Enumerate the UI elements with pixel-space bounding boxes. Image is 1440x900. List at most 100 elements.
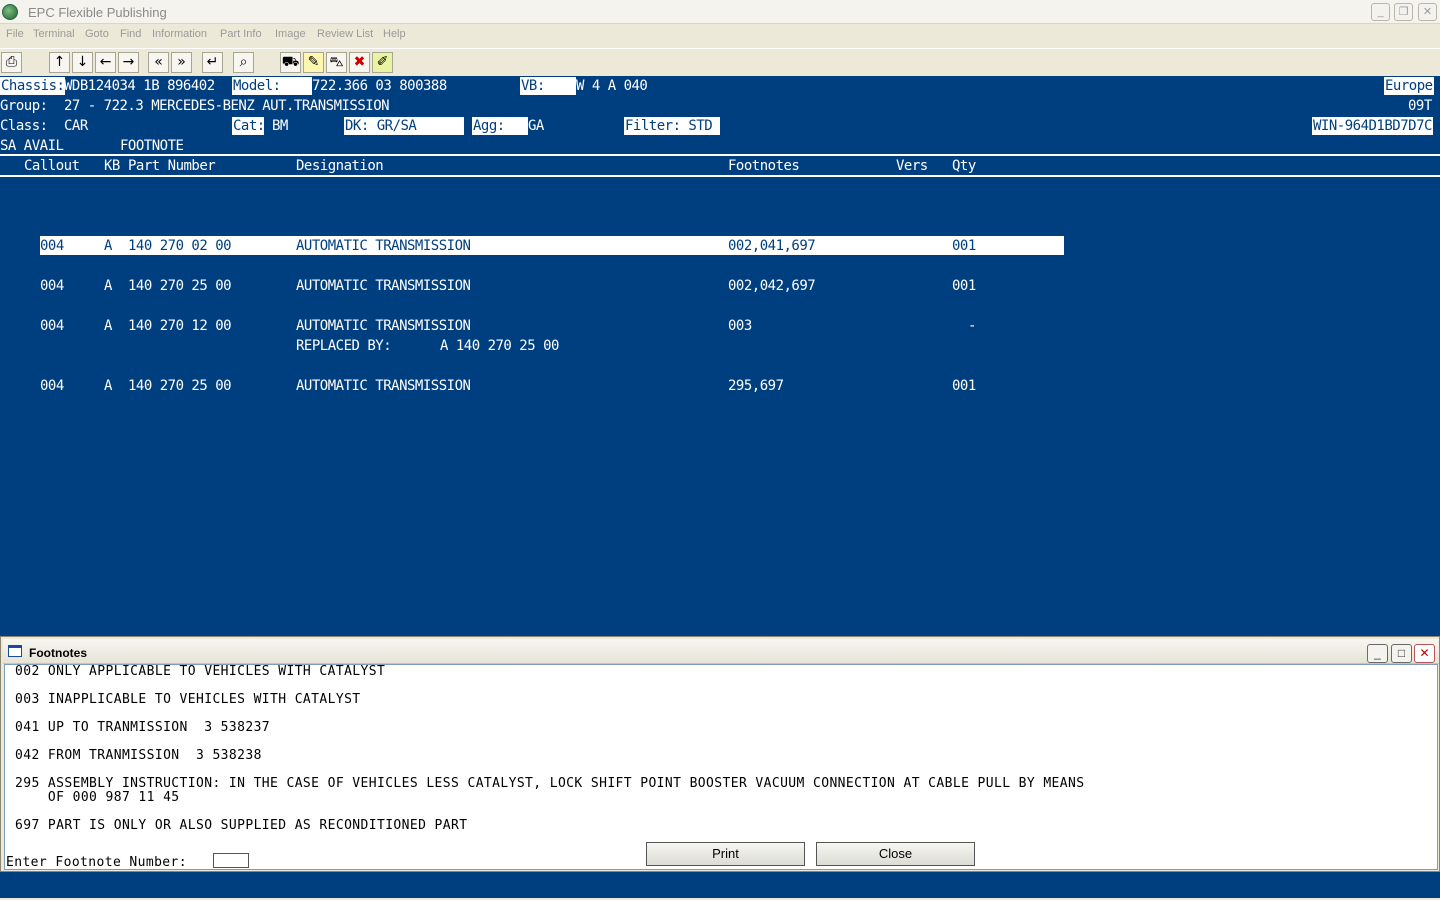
cart-icon[interactable]: ⛍ [326, 52, 347, 73]
row-part-number: 140 270 12 00 [128, 318, 232, 334]
restore-button[interactable]: ❐ [1394, 3, 1413, 21]
row-kb: A [104, 238, 112, 254]
menu-find[interactable]: Find [120, 28, 141, 40]
double-left-icon[interactable]: « [148, 52, 169, 73]
footnote-line: 003 INAPPLICABLE TO VEHICLES WITH CATALY… [15, 692, 361, 707]
row-designation: AUTOMATIC TRANSMISSION [296, 378, 471, 394]
title-bar: EPC Flexible Publishing _ ❐ ✕ [0, 0, 1440, 24]
row-qty: - [968, 318, 976, 334]
cart-remove-icon[interactable]: ✖ [349, 52, 370, 73]
printer-icon[interactable]: ⎙ [1, 52, 22, 73]
notepad-edit-icon[interactable]: ✐ [372, 52, 393, 73]
minimize-button[interactable]: _ [1371, 3, 1390, 21]
filter-label: Filter: STD [624, 117, 720, 135]
row-kb: A [104, 378, 112, 394]
menu-review-list[interactable]: Review List [317, 28, 373, 40]
notepad-icon[interactable]: ✎ [303, 52, 324, 73]
toolbar: ⎙ ↑ ↓ ← → « » ↵ ⌕ ⛟ ✎ ⛍ ✖ ✐ [0, 48, 1440, 75]
minimize-icon[interactable]: _ [1367, 644, 1388, 663]
col-callout: Callout [24, 158, 80, 174]
window-title: EPC Flexible Publishing [28, 5, 167, 20]
footnotes-list: 002 ONLY APPLICABLE TO VEHICLES WITH CAT… [4, 664, 1438, 870]
row-kb: A [104, 278, 112, 294]
row-callout: 004 [40, 238, 64, 254]
vb-value: W 4 A 040 [576, 78, 648, 94]
columns-separator [0, 175, 1440, 177]
sa-avail-label[interactable]: SA AVAIL [0, 137, 64, 155]
footnote-line: OF 000 987 11 45 [15, 790, 180, 805]
row-part-number: 140 270 25 00 [128, 378, 232, 394]
menu-information[interactable]: Information [152, 28, 207, 40]
footnotes-title-bar: Footnotes _ □ ✕ [3, 639, 1439, 664]
row-kb: A [104, 318, 112, 334]
col-designation: Designation [296, 158, 384, 174]
window-icon [8, 645, 22, 657]
group-label: Group: [0, 98, 48, 114]
menu-help[interactable]: Help [383, 28, 406, 40]
footnote-line: 295 ASSEMBLY INSTRUCTION: IN THE CASE OF… [15, 776, 1085, 791]
row-part-number: 140 270 02 00 [128, 238, 232, 254]
row-callout: 004 [40, 318, 64, 334]
footnote-number-input[interactable] [213, 853, 249, 868]
cat-value: BM [272, 118, 288, 134]
footnote-line: 697 PART IS ONLY OR ALSO SUPPLIED AS REC… [15, 818, 468, 833]
row-footnotes: 295,697 [728, 378, 784, 394]
group-code: 09T [1408, 98, 1432, 114]
car-icon[interactable]: ⛟ [280, 52, 301, 73]
row-callout: 004 [40, 278, 64, 294]
vb-label: VB: [520, 77, 576, 95]
row-footnotes: 002,041,697 [728, 238, 816, 254]
double-right-icon[interactable]: » [171, 52, 192, 73]
arrow-down-icon[interactable]: ↓ [72, 52, 93, 73]
arrow-left-icon[interactable]: ← [95, 52, 116, 73]
header-separator [0, 154, 1440, 156]
replaced-by-label: REPLACED BY: [296, 338, 392, 354]
col-qty: Qty [952, 158, 976, 174]
col-part-number: Part Number [128, 158, 216, 174]
dk-label: DK: GR/SA [344, 117, 464, 135]
col-vers: Vers [896, 158, 928, 174]
close-window-button[interactable]: ✕ [1418, 3, 1437, 21]
row-designation: AUTOMATIC TRANSMISSION [296, 278, 471, 294]
footnote-line: 042 FROM TRANMISSION 3 538238 [15, 748, 262, 763]
menu-file[interactable]: File [6, 28, 24, 40]
close-button[interactable]: Close [816, 842, 975, 866]
row-footnotes: 003 [728, 318, 752, 334]
col-kb: KB [104, 158, 120, 174]
terminal-screen: Chassis: WDB124034 1B 896402 Model: 722.… [0, 76, 1440, 636]
menu-bar: File Terminal Goto Find Information Part… [0, 26, 1440, 46]
footnote-line: 002 ONLY APPLICABLE TO VEHICLES WITH CAT… [15, 664, 386, 679]
row-footnotes: 002,042,697 [728, 278, 816, 294]
footnote-label[interactable]: FOOTNOTE [120, 137, 184, 155]
menu-part-info[interactable]: Part Info [220, 28, 262, 40]
menu-terminal[interactable]: Terminal [33, 28, 75, 40]
chassis-value: WDB124034 1B 896402 [64, 78, 215, 94]
footnotes-window: Footnotes _ □ ✕ 002 ONLY APPLICABLE TO V… [0, 636, 1440, 872]
row-qty: 001 [952, 378, 976, 394]
model-value: 722.366 03 800388 [312, 78, 447, 94]
magnifier-icon[interactable]: ⌕ [233, 52, 254, 73]
footnote-line: 041 UP TO TRANMISSION 3 538237 [15, 720, 271, 735]
row-callout: 004 [40, 378, 64, 394]
class-label: Class: [0, 118, 48, 134]
win-id: WIN-964D1BD7D7C [1312, 117, 1433, 135]
arrow-right-icon[interactable]: → [118, 52, 139, 73]
row-qty: 001 [952, 238, 976, 254]
agg-value: GA [528, 118, 544, 134]
replaced-by-value: A 140 270 25 00 [440, 338, 559, 354]
agg-label: Agg: [472, 117, 528, 135]
print-button[interactable]: Print [646, 842, 805, 866]
maximize-icon[interactable]: □ [1391, 644, 1412, 663]
menu-goto[interactable]: Goto [85, 28, 109, 40]
class-value: CAR [64, 118, 88, 134]
col-footnotes: Footnotes [728, 158, 800, 174]
row-designation: AUTOMATIC TRANSMISSION [296, 238, 471, 254]
region-label: Europe [1384, 77, 1434, 95]
row-qty: 001 [952, 278, 976, 294]
close-icon[interactable]: ✕ [1414, 644, 1435, 663]
menu-image[interactable]: Image [275, 28, 306, 40]
return-icon[interactable]: ↵ [202, 52, 223, 73]
row-designation: AUTOMATIC TRANSMISSION [296, 318, 471, 334]
row-part-number: 140 270 25 00 [128, 278, 232, 294]
arrow-up-icon[interactable]: ↑ [49, 52, 70, 73]
